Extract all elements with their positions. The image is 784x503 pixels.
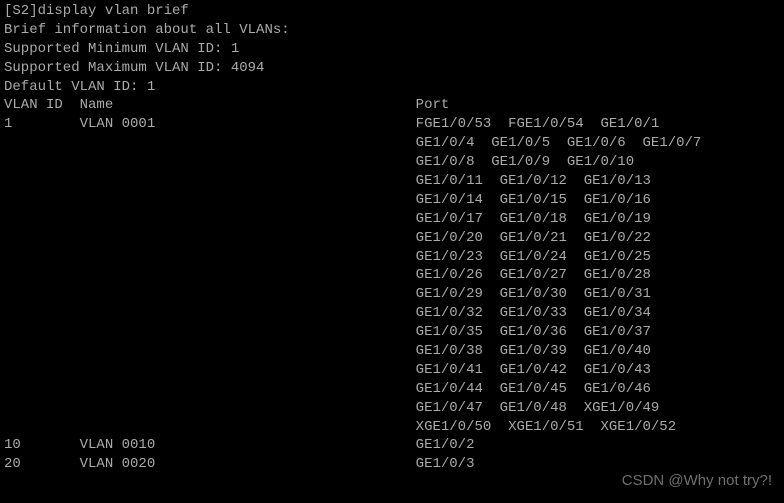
terminal-output[interactable]: [S2]display vlan brief Brief information…: [0, 0, 784, 476]
